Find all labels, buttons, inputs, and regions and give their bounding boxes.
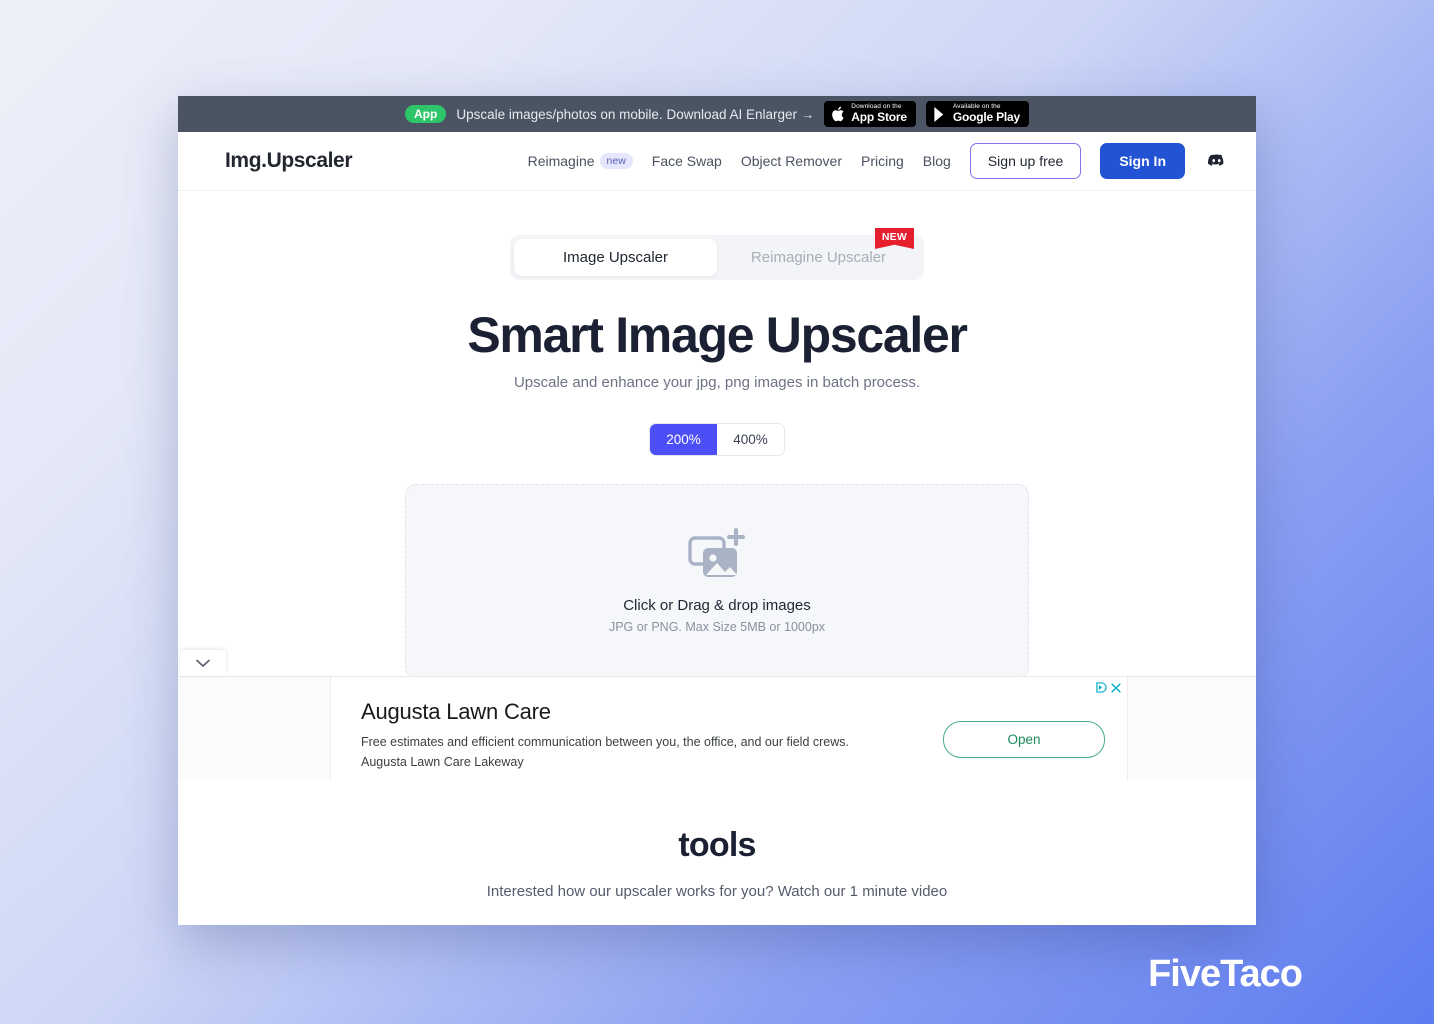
chevron-down-icon: [196, 659, 210, 667]
watermark: FiveTaco: [1148, 953, 1303, 995]
main-nav: Reimagine new Face Swap Object Remover P…: [528, 143, 1226, 179]
ad-open-button[interactable]: Open: [943, 721, 1105, 758]
tools-subtitle: Interested how our upscaler works for yo…: [486, 883, 948, 900]
nav-item-reimagine[interactable]: Reimagine new: [527, 152, 633, 170]
nav-item-blog[interactable]: Blog: [923, 153, 951, 169]
tab-reimagine-upscaler[interactable]: Reimagine Upscaler NEW: [717, 228, 920, 276]
dropzone-title: Click or Drag & drop images: [623, 597, 811, 614]
app-badge: App: [405, 105, 447, 123]
sign-up-button[interactable]: Sign up free: [969, 143, 1082, 179]
tab-image-upscaler[interactable]: Image Upscaler: [514, 239, 717, 276]
ad-collapse-button[interactable]: [180, 650, 226, 676]
discord-icon[interactable]: [1207, 152, 1226, 171]
ad-overlay: Augusta Lawn Care Free estimates and eff…: [178, 676, 1256, 781]
nav-item-reimagine-label: Reimagine: [527, 153, 595, 169]
ad-unit[interactable]: Augusta Lawn Care Free estimates and eff…: [330, 677, 1128, 781]
apple-icon: [832, 106, 844, 122]
app-window: App Upscale images/photos on mobile. Dow…: [178, 96, 1256, 925]
dropzone-hint: JPG or PNG. Max Size 5MB or 1000px: [608, 620, 826, 634]
ad-description-line1: Free estimates and efficient communicati…: [361, 735, 849, 749]
tab-new-ribbon: NEW: [874, 228, 914, 249]
page-subtitle: Upscale and enhance your jpg, png images…: [513, 374, 921, 391]
scale-option-400[interactable]: 400%: [717, 424, 784, 455]
page-body: Image Upscaler Reimagine Upscaler NEW Sm…: [178, 191, 1256, 925]
scale-option-200[interactable]: 200%: [650, 424, 717, 455]
promo-banner: App Upscale images/photos on mobile. Dow…: [178, 96, 1256, 132]
nav-item-face-swap[interactable]: Face Swap: [652, 153, 722, 169]
adchoices-icon[interactable]: [1096, 682, 1107, 693]
site-logo[interactable]: Img.Upscaler: [225, 149, 352, 173]
close-icon[interactable]: [1111, 682, 1121, 693]
ad-description-line2: Augusta Lawn Care Lakeway: [361, 755, 524, 770]
site-header: Img.Upscaler Reimagine new Face Swap Obj…: [178, 132, 1256, 191]
nav-new-badge: new: [599, 152, 633, 170]
page-title: Smart Image Upscaler: [467, 307, 968, 363]
ad-title[interactable]: Augusta Lawn Care: [361, 699, 943, 725]
google-play-badge[interactable]: Available on the Google Play: [925, 101, 1029, 127]
tools-section: tools Interested how our upscaler works …: [178, 826, 1256, 925]
tab-reimagine-upscaler-label: Reimagine Upscaler: [750, 249, 887, 266]
google-play-bottom-label: Google Play: [952, 110, 1020, 125]
upload-dropzone[interactable]: Click or Drag & drop images JPG or PNG. …: [405, 484, 1029, 678]
nav-item-pricing[interactable]: Pricing: [861, 153, 904, 169]
google-play-icon: [934, 106, 944, 122]
add-images-icon: [688, 528, 745, 577]
sign-in-button[interactable]: Sign In: [1100, 143, 1185, 179]
app-store-badge[interactable]: Download on the App Store: [824, 101, 916, 127]
tools-heading: tools: [678, 826, 756, 864]
app-store-bottom-label: App Store: [851, 110, 907, 125]
nav-item-object-remover[interactable]: Object Remover: [741, 153, 842, 169]
ad-choices-controls[interactable]: [1096, 682, 1121, 693]
tab-switcher: Image Upscaler Reimagine Upscaler NEW: [510, 228, 924, 280]
promo-banner-text: Upscale images/photos on mobile. Downloa…: [456, 106, 815, 122]
scale-toggle: 200% 400%: [649, 423, 785, 456]
